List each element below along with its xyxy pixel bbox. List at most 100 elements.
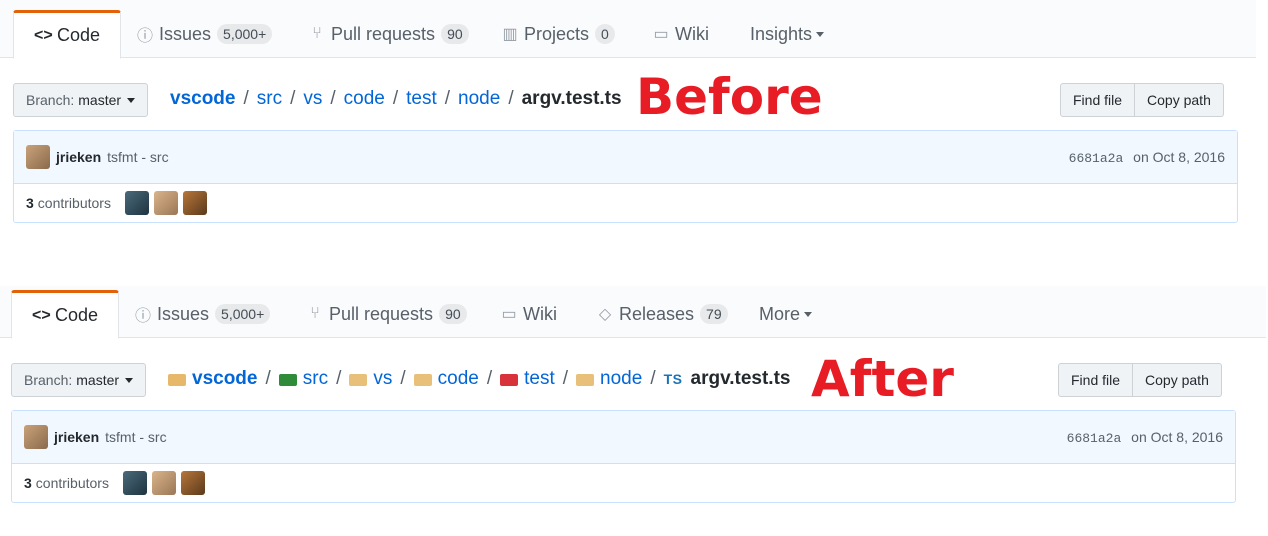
commit-author[interactable]: jrieken: [56, 149, 101, 165]
tab-pull-requests[interactable]: ⑂ Pull requests 90: [288, 10, 489, 58]
pull-requests-counter: 90: [439, 304, 467, 324]
tab-wiki[interactable]: ▭ Wiki: [632, 10, 729, 58]
avatar[interactable]: [182, 191, 207, 215]
tab-label: Issues: [157, 303, 210, 324]
branch-name: master: [78, 92, 122, 108]
contributors-count: 3: [24, 475, 32, 491]
issues-counter: 5,000+: [215, 304, 271, 324]
branch-prefix: Branch:: [24, 372, 73, 388]
breadcrumb-item[interactable]: code: [344, 88, 385, 110]
breadcrumb-item[interactable]: src: [257, 88, 282, 110]
contributor-avatars: [122, 471, 210, 495]
contributors-label[interactable]: contributors: [38, 195, 111, 211]
contributors-row: 3 contributors: [14, 184, 1237, 222]
commit-author[interactable]: jrieken: [54, 429, 99, 445]
contributors-count: 3: [26, 195, 34, 211]
after-label: After: [811, 350, 954, 408]
code-icon: <>: [32, 306, 51, 324]
branch-prefix: Branch:: [26, 92, 75, 108]
commit-box: jrieken tsfmt - src 6681a2a on Oct 8, 20…: [13, 130, 1238, 223]
avatar[interactable]: [122, 471, 147, 495]
avatar[interactable]: [180, 471, 205, 495]
commit-sha[interactable]: 6681a2a: [1067, 431, 1122, 446]
repo-nav: <> Code ⓘ Issues 5,000+ ⑂ Pull requests …: [0, 0, 1256, 59]
contributors-label[interactable]: contributors: [36, 475, 109, 491]
tab-label: More: [759, 303, 801, 324]
commit-box: jrieken tsfmt - src 6681a2a on Oct 8, 20…: [11, 410, 1236, 503]
commit-tease: jrieken tsfmt - src 6681a2a on Oct 8, 20…: [12, 411, 1235, 464]
issue-icon: ⓘ: [134, 308, 151, 325]
breadcrumb-root[interactable]: vscode: [192, 368, 257, 390]
commit-date: on Oct 8, 2016: [1133, 148, 1225, 165]
copy-path-button[interactable]: Copy path: [1133, 363, 1222, 397]
breadcrumb-item[interactable]: vs: [373, 368, 392, 390]
breadcrumb-file: argv.test.ts: [521, 88, 622, 109]
tab-wiki[interactable]: ▭ Wiki: [480, 290, 577, 338]
tab-label: Pull requests: [329, 303, 434, 324]
issues-counter: 5,000+: [217, 24, 273, 44]
breadcrumb-item[interactable]: src: [303, 368, 328, 390]
folder-icon: [349, 374, 368, 386]
breadcrumb: vscode / src / vs / code / test / node /…: [168, 368, 790, 390]
commit-meta: 6681a2a on Oct 8, 2016: [1067, 429, 1223, 446]
chevron-down-icon: [127, 97, 136, 103]
tab-insights[interactable]: Insights: [730, 10, 844, 58]
commit-sha[interactable]: 6681a2a: [1069, 151, 1124, 166]
tab-releases[interactable]: ◇ Releases 79: [576, 290, 748, 338]
avatar[interactable]: [153, 191, 178, 215]
avatar[interactable]: [26, 145, 50, 169]
projects-counter: 0: [595, 24, 615, 44]
tab-code[interactable]: <> Code: [11, 290, 120, 339]
commit-date: on Oct 8, 2016: [1131, 428, 1223, 445]
breadcrumb: vscode / src / vs / code / test / node /…: [170, 88, 622, 110]
commit-message[interactable]: tsfmt - src: [107, 149, 168, 165]
tab-code[interactable]: <> Code: [13, 10, 122, 59]
before-label: Before: [636, 68, 823, 126]
breadcrumb-item[interactable]: node: [600, 368, 642, 390]
breadcrumb-item[interactable]: test: [406, 88, 437, 110]
tab-issues[interactable]: ⓘ Issues 5,000+: [114, 290, 290, 338]
typescript-file-icon: TS: [663, 371, 683, 387]
find-file-button[interactable]: Find file: [1060, 83, 1136, 117]
avatar[interactable]: [124, 191, 149, 215]
avatar[interactable]: [151, 471, 176, 495]
folder-src-icon: [278, 374, 297, 386]
contributors-row: 3 contributors: [12, 464, 1235, 502]
avatar[interactable]: [24, 425, 48, 449]
breadcrumb-item[interactable]: node: [458, 88, 500, 110]
find-file-button[interactable]: Find file: [1058, 363, 1134, 397]
tab-more[interactable]: More: [739, 290, 832, 338]
book-icon: ▭: [501, 306, 517, 323]
chevron-down-icon: [816, 31, 825, 37]
commit-message[interactable]: tsfmt - src: [105, 429, 166, 445]
breadcrumb-root[interactable]: vscode: [170, 88, 235, 110]
breadcrumb-item[interactable]: vs: [303, 88, 322, 110]
tab-label: Pull requests: [331, 23, 436, 44]
tab-projects[interactable]: ▥ Projects 0: [481, 10, 635, 58]
branch-select[interactable]: Branch: master: [13, 83, 149, 117]
pull-requests-counter: 90: [441, 24, 469, 44]
tab-label: Wiki: [675, 23, 709, 44]
tag-icon: ◇: [598, 306, 612, 323]
tab-label: Wiki: [523, 303, 557, 324]
tab-label: Insights: [750, 23, 813, 44]
breadcrumb-file: argv.test.ts: [690, 368, 791, 389]
tab-label: Releases: [619, 303, 695, 324]
releases-counter: 79: [700, 304, 728, 324]
issue-icon: ⓘ: [136, 28, 153, 45]
code-icon: <>: [34, 26, 53, 44]
tab-pull-requests[interactable]: ⑂ Pull requests 90: [286, 290, 487, 338]
copy-path-button[interactable]: Copy path: [1135, 83, 1224, 117]
repo-nav: <> Code ⓘ Issues 5,000+ ⑂ Pull requests …: [0, 286, 1266, 339]
folder-icon: [576, 374, 595, 386]
commit-meta: 6681a2a on Oct 8, 2016: [1069, 149, 1225, 166]
tab-label: Code: [57, 25, 101, 45]
tab-label: Projects: [524, 23, 590, 44]
breadcrumb-item[interactable]: test: [524, 368, 555, 390]
tab-issues[interactable]: ⓘ Issues 5,000+: [116, 10, 292, 58]
branch-select[interactable]: Branch: master: [11, 363, 147, 397]
file-actions: Find file Copy path: [1058, 363, 1222, 397]
branch-name: master: [76, 372, 120, 388]
tab-label: Code: [55, 305, 99, 325]
breadcrumb-item[interactable]: code: [438, 368, 479, 390]
